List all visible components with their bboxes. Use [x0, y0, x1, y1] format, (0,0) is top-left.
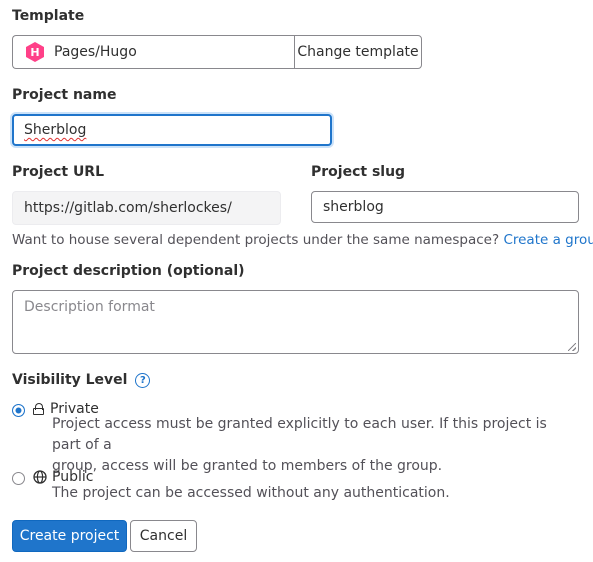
template-selection: H Pages/Hugo	[12, 35, 295, 69]
template-label: Template	[12, 8, 85, 24]
help-icon[interactable]: ?	[135, 372, 151, 388]
visibility-private-description: Project access must be granted explicitl…	[52, 414, 572, 477]
project-description-label: Project description (optional)	[12, 263, 245, 279]
cancel-button[interactable]: Cancel	[130, 520, 197, 552]
template-name: Pages/Hugo	[54, 44, 137, 60]
project-url-field[interactable]: https://gitlab.com/sherlockes/	[12, 191, 281, 225]
visibility-public-description: The project can be accessed without any …	[52, 483, 572, 504]
private-desc-line2: group, access will be granted to members…	[52, 458, 443, 474]
visibility-level-label: Visibility Level	[12, 372, 128, 388]
globe-icon	[33, 470, 47, 484]
description-placeholder: Description format	[24, 299, 155, 315]
visibility-level-heading: Visibility Level ?	[12, 372, 151, 388]
visibility-private-radio[interactable]	[12, 404, 25, 417]
lock-icon	[33, 403, 45, 415]
project-name-value: Sherblog	[24, 122, 87, 138]
project-name-label: Project name	[12, 87, 117, 103]
change-template-button[interactable]: Change template	[294, 35, 422, 69]
private-desc-line1: Project access must be granted explicitl…	[52, 416, 547, 453]
project-slug-label: Project slug	[311, 164, 406, 180]
visibility-public-radio[interactable]	[12, 472, 25, 485]
hugo-logo-icon: H	[26, 42, 44, 62]
public-desc-line1: The project can be accessed without any …	[52, 485, 450, 501]
project-slug-value: sherblog	[323, 199, 384, 215]
create-project-button[interactable]: Create project	[12, 520, 127, 552]
project-name-input[interactable]: Sherblog	[12, 114, 332, 146]
namespace-hint: Want to house several dependent projects…	[12, 232, 593, 248]
project-url-label: Project URL	[12, 164, 105, 180]
create-group-link[interactable]: Create a group.	[503, 232, 593, 248]
namespace-hint-text: Want to house several dependent projects…	[12, 232, 500, 248]
resize-grip-icon[interactable]	[568, 343, 576, 351]
project-url-value: https://gitlab.com/sherlockes/	[24, 200, 232, 216]
project-slug-input[interactable]: sherblog	[311, 191, 579, 223]
project-description-textarea[interactable]: Description format	[12, 290, 579, 354]
